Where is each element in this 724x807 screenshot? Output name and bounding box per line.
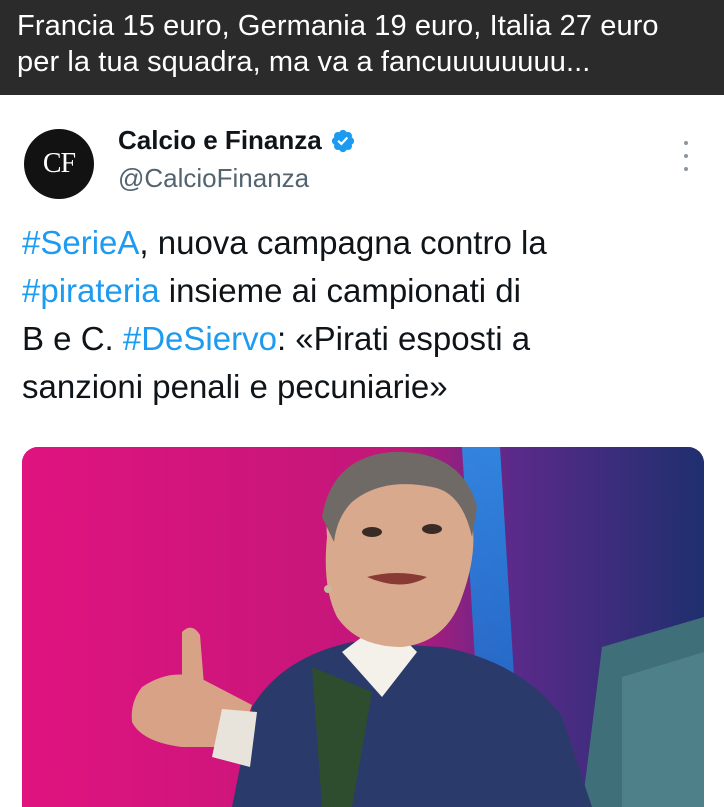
tweet-text-line-4: sanzioni penali e pecuniarie» <box>22 368 448 405</box>
tweet-text-line-2: #pirateria insieme ai campionati di <box>22 272 521 309</box>
author-handle[interactable]: @CalcioFinanza <box>118 163 309 194</box>
caption-line-1: Francia 15 euro, Germania 19 euro, Itali… <box>17 10 659 42</box>
hashtag-seriea[interactable]: #SerieA <box>22 224 139 261</box>
hashtag-pirateria[interactable]: #pirateria <box>22 272 160 309</box>
avatar[interactable]: CF <box>24 129 94 199</box>
avatar-text: CF <box>42 148 76 179</box>
tweet-card: CF Calcio e Finanza @CalcioFinanza #Seri… <box>0 95 724 807</box>
tweet-text-line-1: #SerieA, nuova campagna contro la <box>22 224 547 261</box>
more-options-icon[interactable] <box>676 141 696 171</box>
author-name-text: Calcio e Finanza <box>118 125 322 155</box>
caption-line-2: per la tua squadra, ma va a fancuuuuuuuu… <box>17 46 591 78</box>
tweet-text-line-3: B e C. #DeSiervo: «Pirati esposti a <box>22 320 531 357</box>
tweet-media-image[interactable] <box>22 447 704 807</box>
tweet-text: #SerieA, nuova campagna contro la #pirat… <box>22 219 712 411</box>
meme-caption-bar: Francia 15 euro, Germania 19 euro, Itali… <box>0 0 724 95</box>
hashtag-desiervo[interactable]: #DeSiervo <box>123 320 277 357</box>
speaker-photo <box>22 447 704 807</box>
author-name[interactable]: Calcio e Finanza <box>118 125 356 156</box>
verified-badge-icon <box>331 129 354 152</box>
